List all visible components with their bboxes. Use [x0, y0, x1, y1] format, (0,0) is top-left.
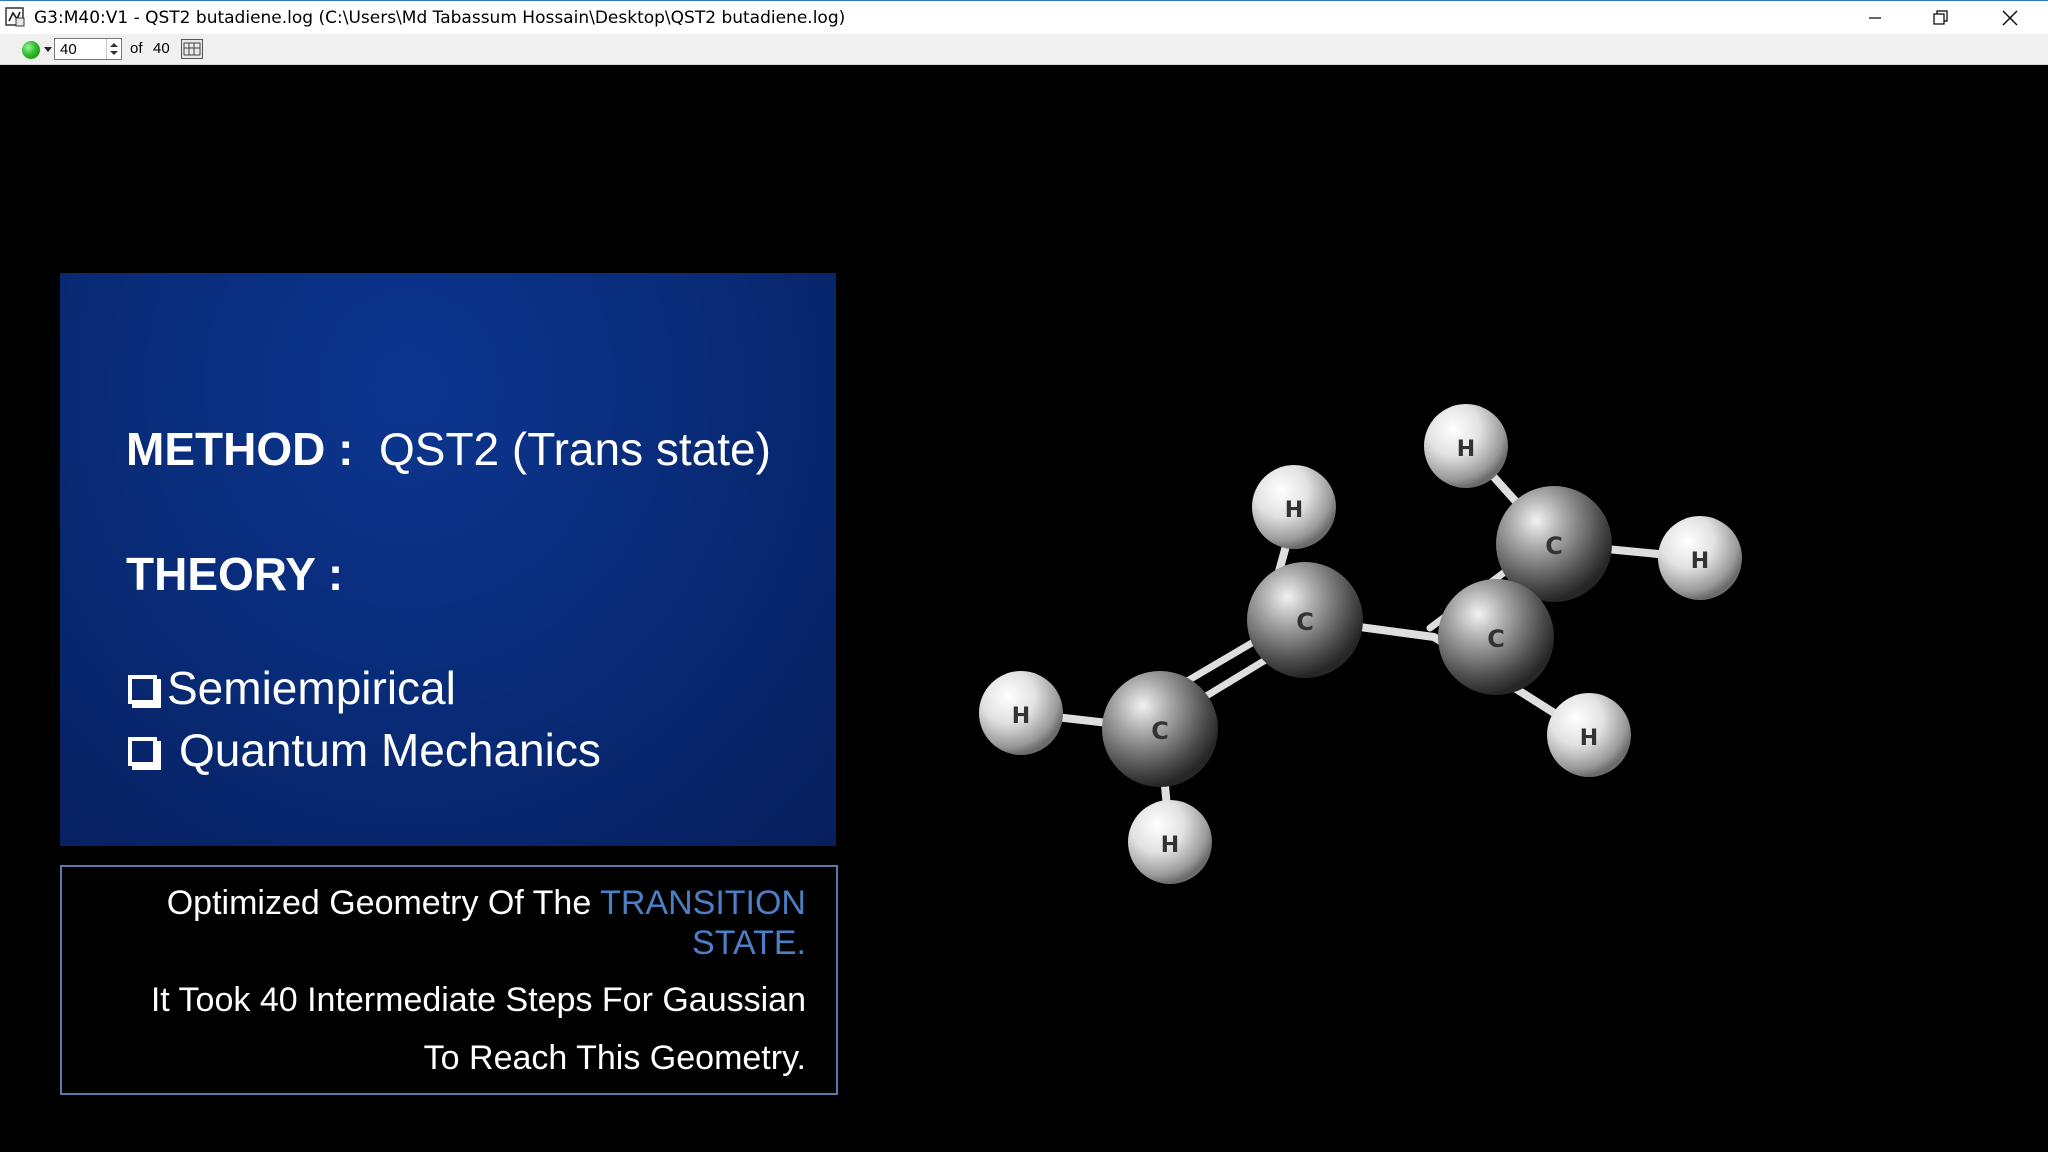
method-line: METHOD : QST2 (Trans state) — [126, 422, 771, 476]
atom-c[interactable]: C — [1438, 579, 1554, 695]
info-line-4: To Reach This Geometry. — [423, 1039, 806, 1077]
atom-label: H — [1691, 549, 1709, 574]
atom-label: C — [1151, 717, 1169, 745]
theory-label: THEORY : — [126, 548, 344, 600]
minimize-button[interactable] — [1842, 1, 1908, 34]
info-line-1: Optimized Geometry Of The TRANSITION — [167, 884, 806, 923]
checkbox-icon — [128, 736, 157, 766]
animation-toolbar — [0, 34, 2048, 65]
atom-c[interactable]: C — [1247, 562, 1363, 678]
atom-h[interactable]: H — [979, 671, 1063, 755]
checkbox-icon — [128, 674, 157, 704]
spin-arrows-icon[interactable] — [107, 39, 121, 59]
atom-label: H — [1012, 704, 1030, 729]
of-label: of — [130, 40, 143, 57]
stepper-arrows[interactable] — [106, 39, 121, 59]
butadiene-molecule[interactable]: H H H C C C H H C H — [960, 380, 1760, 900]
info-line-3: It Took 40 Intermediate Steps For Gaussi… — [150, 981, 806, 1019]
atom-label: C — [1296, 608, 1314, 636]
method-label: METHOD : — [126, 423, 354, 475]
info-line-1-prefix: Optimized Geometry Of The — [166, 884, 592, 922]
atom-label: C — [1545, 532, 1563, 560]
atom-label: H — [1161, 833, 1179, 858]
restore-icon — [1933, 9, 1948, 25]
atom-h[interactable]: H — [1424, 404, 1508, 488]
atom-label: H — [1457, 437, 1475, 462]
atom-h[interactable]: H — [1252, 465, 1336, 549]
theory-item: Semiempirical — [128, 661, 456, 715]
atoms: H H H C C C H H C H — [979, 404, 1742, 884]
info-line-2: STATE. — [692, 924, 806, 962]
atom-label: H — [1285, 498, 1303, 523]
atom-h[interactable]: H — [1547, 693, 1631, 777]
minimize-icon — [1869, 16, 1881, 19]
frame-grid-icon[interactable] — [181, 39, 203, 59]
restore-button[interactable] — [1908, 1, 1974, 34]
frame-number-value[interactable]: 40 — [60, 41, 77, 58]
theory-item-label: Semiempirical — [167, 662, 456, 714]
frame-number-stepper[interactable]: 40 — [54, 38, 122, 60]
dropdown-arrow-icon[interactable] — [44, 47, 52, 52]
theory-item: Quantum Mechanics — [128, 723, 601, 777]
theory-item-label: Quantum Mechanics — [179, 724, 601, 776]
close-icon — [2002, 10, 2018, 25]
bonds — [1017, 442, 1704, 846]
title-bar: G3:M40:V1 - QST2 butadiene.log (C:\Users… — [0, 0, 2048, 34]
transition-highlight: TRANSITION — [600, 884, 806, 922]
frame-total: 40 — [153, 40, 170, 57]
atom-h[interactable]: H — [1128, 800, 1212, 884]
atom-label: C — [1487, 625, 1505, 653]
atom-label: H — [1580, 726, 1598, 751]
gaussview-app-icon[interactable] — [4, 6, 26, 28]
window-title: G3:M40:V1 - QST2 butadiene.log (C:\Users… — [34, 8, 846, 28]
play-animation-icon[interactable] — [22, 41, 40, 59]
method-value: QST2 (Trans state) — [378, 423, 771, 475]
atom-c[interactable]: C — [1102, 671, 1218, 787]
close-button[interactable] — [1977, 1, 2043, 34]
atom-h[interactable]: H — [1658, 516, 1742, 600]
